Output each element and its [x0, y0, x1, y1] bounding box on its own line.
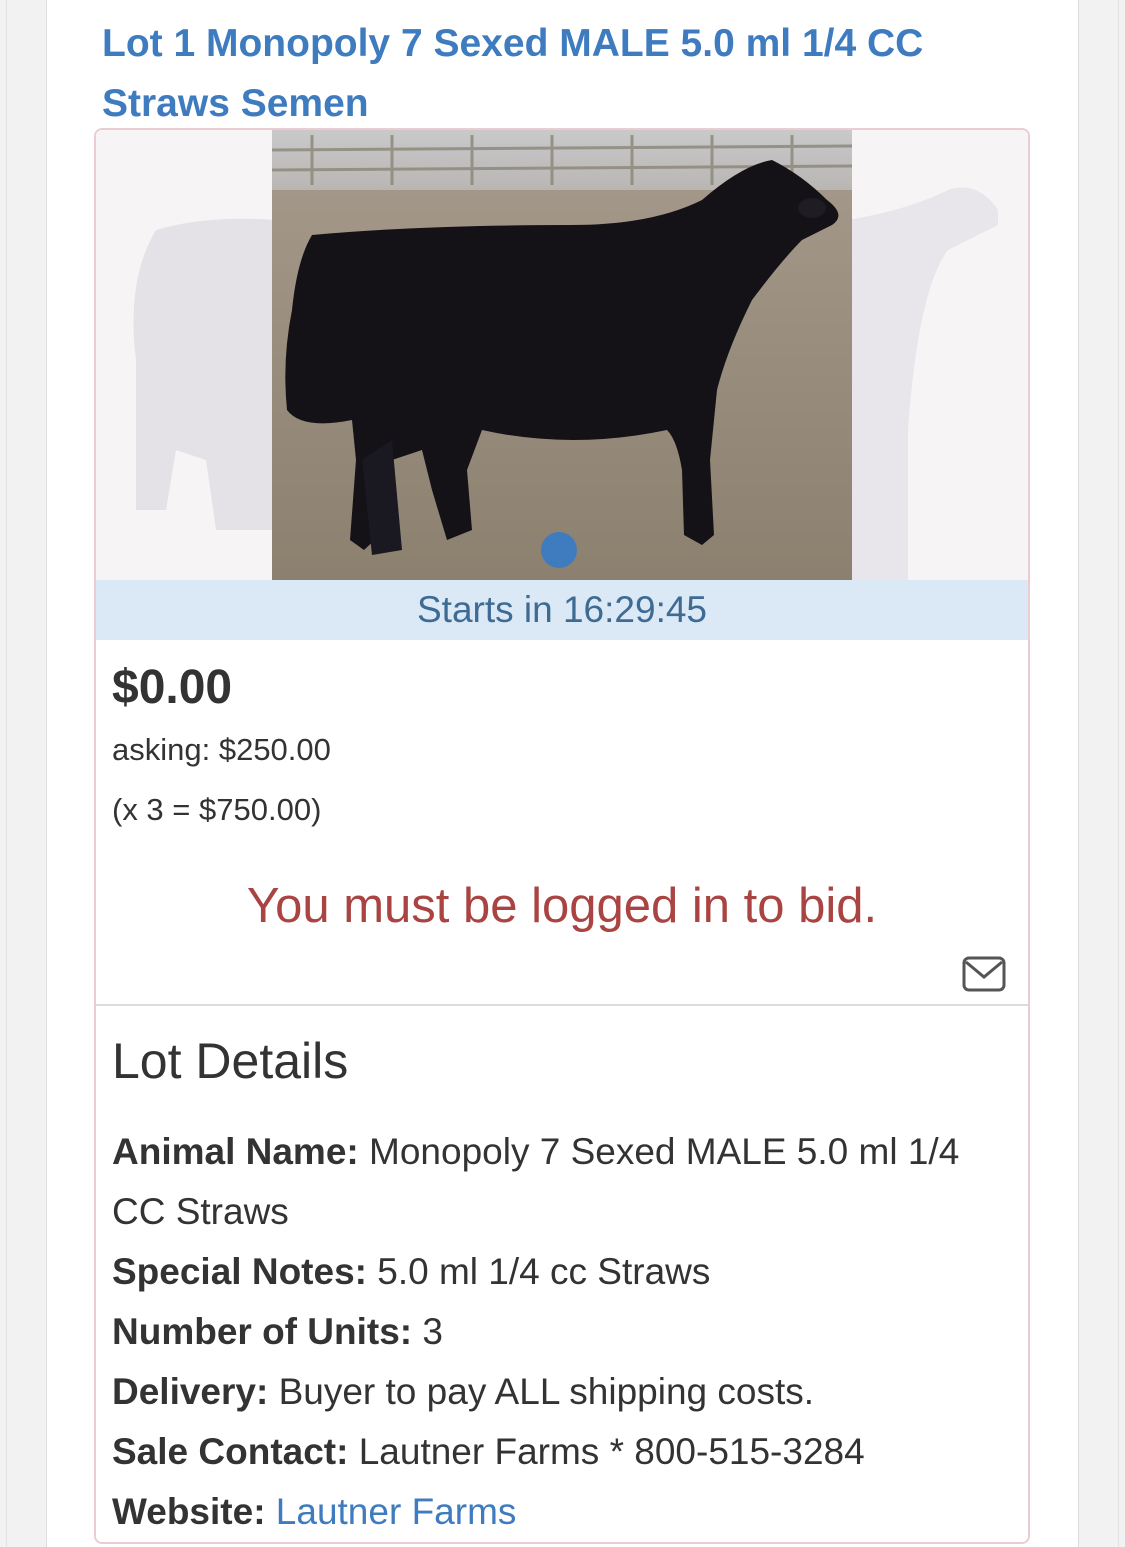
login-required-message: You must be logged in to bid.	[246, 879, 878, 933]
lot-card: Starts in 16:29:45 $0.00 asking: $250.00…	[94, 128, 1030, 1544]
website-link[interactable]: Lautner Farms	[276, 1491, 517, 1532]
detail-animal-name: Animal Name: Monopoly 7 Sexed MALE 5.0 m…	[112, 1122, 1012, 1242]
detail-value: 5.0 ml 1/4 cc Straws	[377, 1251, 711, 1292]
detail-value: Lautner Farms * 800-515-3284	[358, 1431, 865, 1472]
detail-number-of-units: Number of Units: 3	[112, 1302, 1012, 1362]
page-edge-right	[1118, 0, 1119, 1547]
page-edge-left	[6, 0, 7, 1547]
detail-label: Sale Contact:	[112, 1431, 349, 1472]
detail-label: Delivery:	[112, 1371, 269, 1412]
current-price: $0.00	[112, 661, 233, 714]
blurred-photo-left	[96, 130, 276, 580]
detail-label: Special Notes:	[112, 1251, 367, 1292]
lot-details-heading: Lot Details	[112, 1033, 349, 1089]
detail-sale-contact: Sale Contact: Lautner Farms * 800-515-32…	[112, 1422, 1012, 1482]
detail-delivery: Delivery: Buyer to pay ALL shipping cost…	[112, 1362, 1012, 1422]
total-price: (x 3 = $750.00)	[112, 792, 322, 827]
auction-start-countdown: Starts in 16:29:45	[96, 580, 1028, 640]
section-divider	[96, 1004, 1028, 1006]
asking-price: asking: $250.00	[112, 732, 331, 767]
detail-value: Buyer to pay ALL shipping costs.	[278, 1371, 815, 1412]
detail-label: Animal Name:	[112, 1131, 359, 1172]
cow-photo[interactable]	[272, 130, 852, 580]
detail-value: 3	[422, 1311, 443, 1352]
lot-details-list: Animal Name: Monopoly 7 Sexed MALE 5.0 m…	[112, 1122, 1012, 1542]
detail-website: Website: Lautner Farms	[112, 1482, 1012, 1542]
detail-special-notes: Special Notes: 5.0 ml 1/4 cc Straws	[112, 1242, 1012, 1302]
envelope-icon[interactable]	[962, 956, 1006, 992]
detail-label: Website:	[112, 1491, 266, 1532]
detail-label: Number of Units:	[112, 1311, 413, 1352]
lot-title[interactable]: Lot 1 Monopoly 7 Sexed MALE 5.0 ml 1/4 C…	[102, 14, 1022, 134]
blurred-photo-right	[848, 130, 1028, 580]
carousel-indicator-dot[interactable]	[541, 532, 577, 568]
lot-photo-carousel[interactable]	[96, 130, 1028, 580]
